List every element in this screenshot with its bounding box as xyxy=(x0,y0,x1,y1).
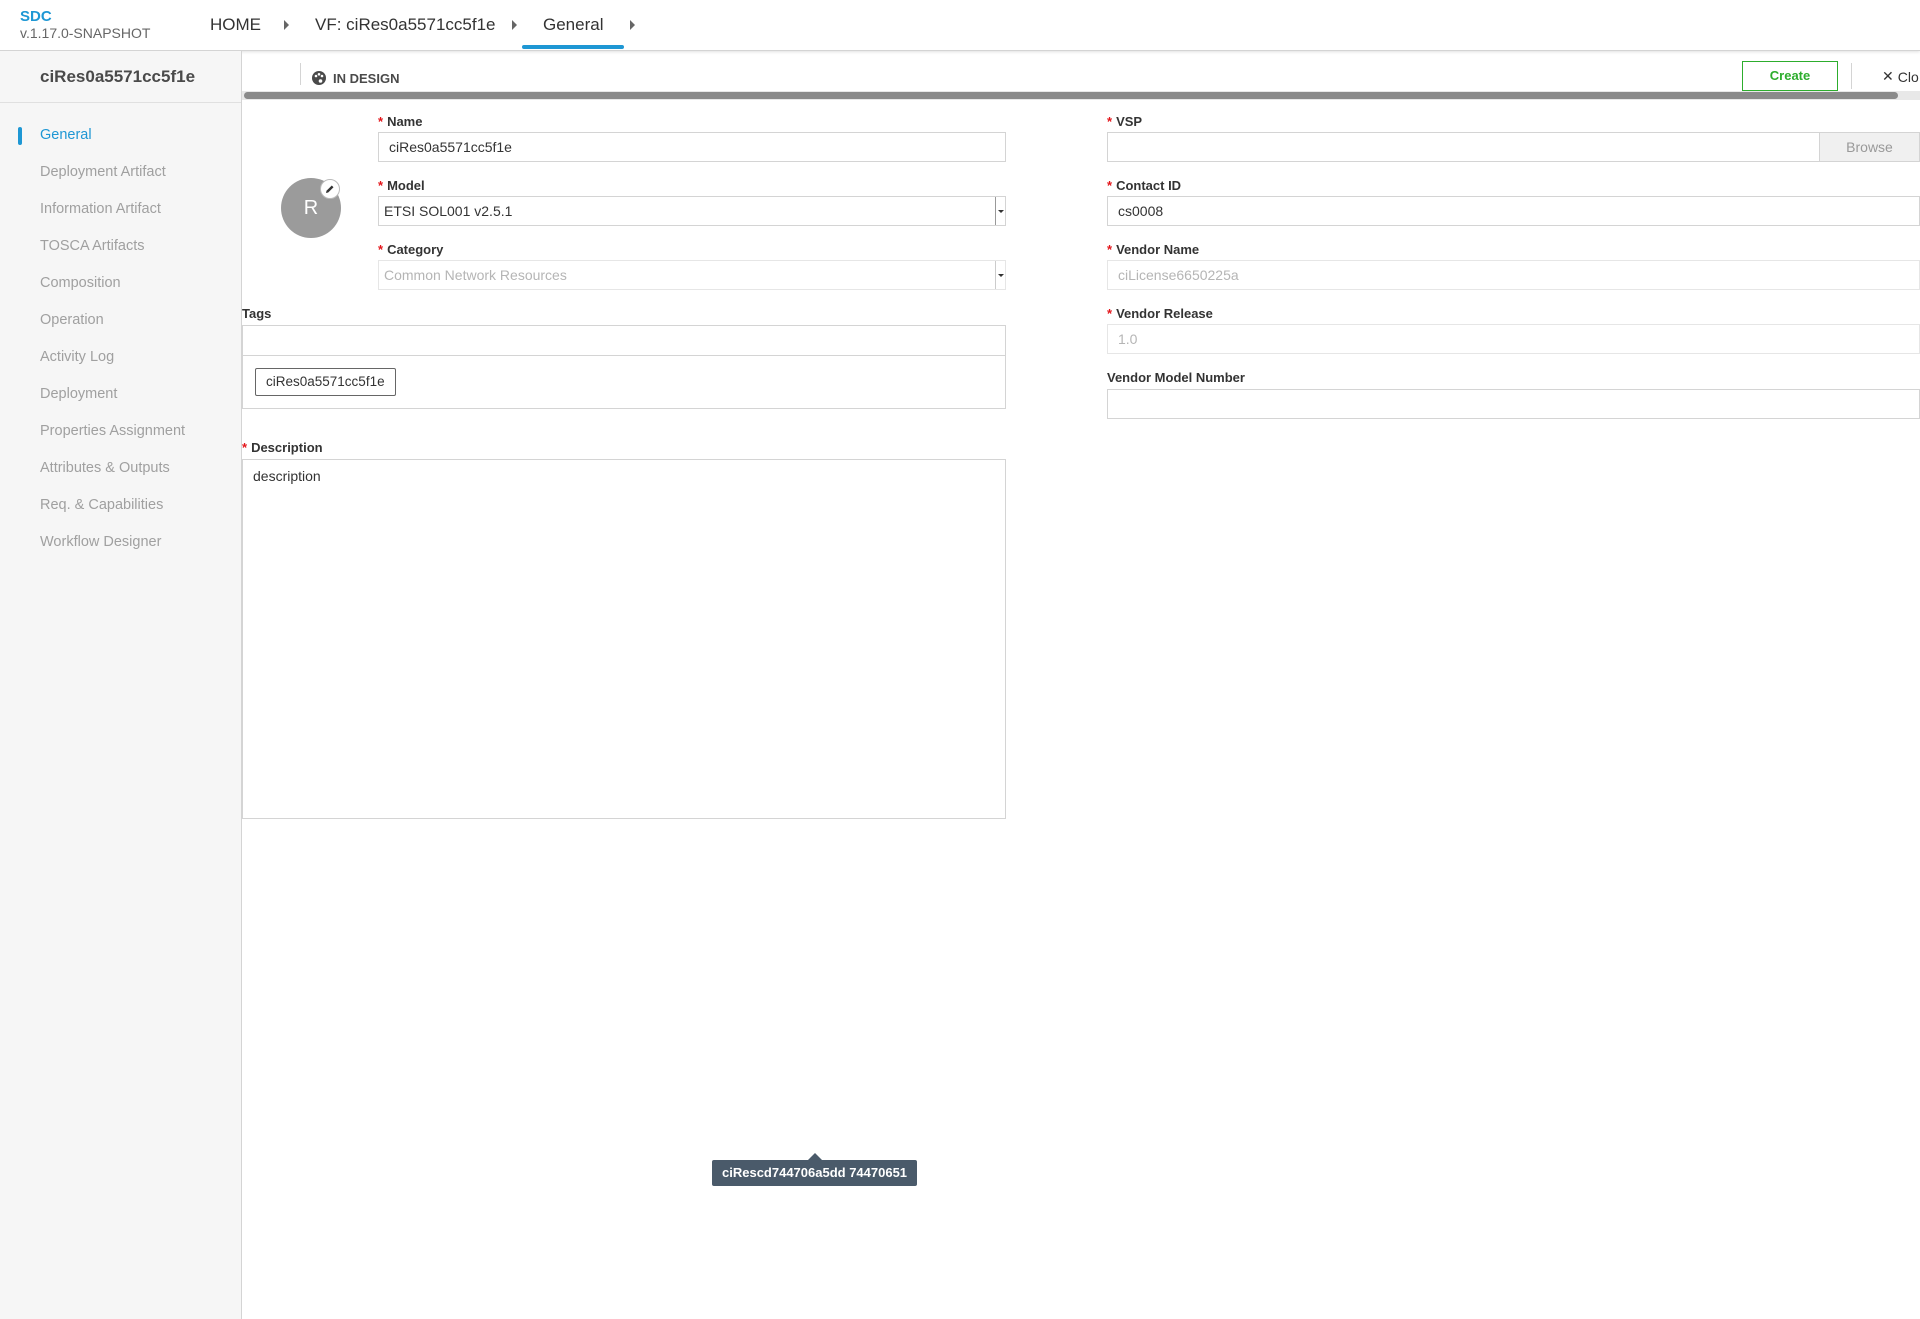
scrollbar-thumb[interactable] xyxy=(244,92,1898,99)
sidebar-item-tosca-artifacts[interactable]: TOSCA Artifacts xyxy=(40,238,145,254)
close-label: Clo xyxy=(1897,68,1919,85)
edit-icon-button[interactable] xyxy=(320,179,340,199)
sidebar-item-general[interactable]: General xyxy=(40,127,92,143)
breadcrumb-current[interactable]: General xyxy=(543,15,603,35)
status-label: IN DESIGN xyxy=(333,70,400,86)
name-label: * Name xyxy=(378,114,423,129)
contact-id-label: * Contact ID xyxy=(1107,178,1182,193)
sidebar-item-operation[interactable]: Operation xyxy=(40,312,104,328)
sidebar-divider xyxy=(0,102,241,103)
pencil-icon xyxy=(326,185,334,193)
vendor-release-input[interactable]: 1.0 xyxy=(1107,324,1920,354)
chevron-down-icon xyxy=(995,197,1005,225)
contact-id-input[interactable]: cs0008 xyxy=(1107,196,1920,226)
sidebar-item-workflow-designer[interactable]: Workflow Designer xyxy=(40,534,161,550)
vsp-input[interactable]: Browse xyxy=(1107,132,1920,162)
name-input[interactable]: ciRes0a5571cc5f1e xyxy=(378,132,1006,162)
sidebar: ciRes0a5571cc5f1e General Deployment Art… xyxy=(0,51,242,1319)
sidebar-item-properties-assignment[interactable]: Properties Assignment xyxy=(40,423,185,439)
vendor-model-number-label: Vendor Model Number xyxy=(1107,370,1245,385)
breadcrumb-arrow-icon xyxy=(630,20,635,30)
model-value: ETSI SOL001 v2.5.1 xyxy=(384,203,513,219)
vendor-release-label: * Vendor Release xyxy=(1107,306,1213,321)
vsp-label: * VSP xyxy=(1107,114,1143,129)
sidebar-item-attributes-outputs[interactable]: Attributes & Outputs xyxy=(40,460,170,476)
breadcrumb-arrow-icon xyxy=(512,20,517,30)
breadcrumb-active-indicator xyxy=(522,45,624,49)
sidebar-item-composition[interactable]: Composition xyxy=(40,275,121,291)
nav-active-indicator xyxy=(18,127,22,145)
sidebar-item-req-capabilities[interactable]: Req. & Capabilities xyxy=(40,497,163,513)
top-bar: SDC v.1.17.0-SNAPSHOT HOME VF: ciRes0a55… xyxy=(0,0,1920,51)
action-separator xyxy=(1851,63,1852,89)
tag-chip[interactable]: ciRes0a5571cc5f1e xyxy=(255,368,396,396)
app-logo[interactable]: SDC v.1.17.0-SNAPSHOT xyxy=(20,8,151,42)
tags-input[interactable] xyxy=(243,326,1005,356)
model-select[interactable]: ETSI SOL001 v2.5.1 xyxy=(378,196,1006,226)
model-label: * Model xyxy=(378,178,425,193)
breadcrumb-arrow-icon xyxy=(284,20,289,30)
close-icon: ✕ xyxy=(1882,68,1894,84)
description-textarea[interactable]: description xyxy=(242,459,1006,819)
create-button[interactable]: Create xyxy=(1742,61,1838,91)
palette-icon xyxy=(312,71,326,85)
vendor-name-label: * Vendor Name xyxy=(1107,242,1200,257)
vendor-model-number-input[interactable] xyxy=(1107,389,1920,419)
tags-field: ciRes0a5571cc5f1e xyxy=(242,325,1006,409)
category-select[interactable]: Common Network Resources xyxy=(378,260,1006,290)
tooltip: ciRescd744706a5dd 74470651 xyxy=(712,1153,918,1186)
status-separator xyxy=(300,63,301,85)
chevron-down-icon xyxy=(995,261,1005,289)
vendor-name-input[interactable]: ciLicense6650225a xyxy=(1107,260,1920,290)
category-label: * Category xyxy=(378,242,444,257)
description-label: * Description xyxy=(242,440,323,455)
horizontal-scrollbar[interactable] xyxy=(242,91,1920,100)
sidebar-item-activity-log[interactable]: Activity Log xyxy=(40,349,114,365)
app-name: SDC xyxy=(20,8,52,25)
app-version: v.1.17.0-SNAPSHOT xyxy=(20,25,151,41)
lifecycle-status: IN DESIGN xyxy=(311,70,399,86)
sidebar-item-deployment-artifact[interactable]: Deployment Artifact xyxy=(40,164,166,180)
sidebar-title: ciRes0a5571cc5f1e xyxy=(40,67,196,86)
sidebar-item-deployment[interactable]: Deployment xyxy=(40,386,117,402)
breadcrumb-home[interactable]: HOME xyxy=(210,15,261,35)
browse-button[interactable]: Browse xyxy=(1819,133,1919,161)
breadcrumb-vf[interactable]: VF: ciRes0a5571cc5f1e xyxy=(315,15,496,35)
tags-label: Tags xyxy=(242,306,272,321)
close-button[interactable]: ✕ Clo xyxy=(1882,68,1919,85)
category-value: Common Network Resources xyxy=(384,267,567,283)
sidebar-item-information-artifact[interactable]: Information Artifact xyxy=(40,201,161,217)
